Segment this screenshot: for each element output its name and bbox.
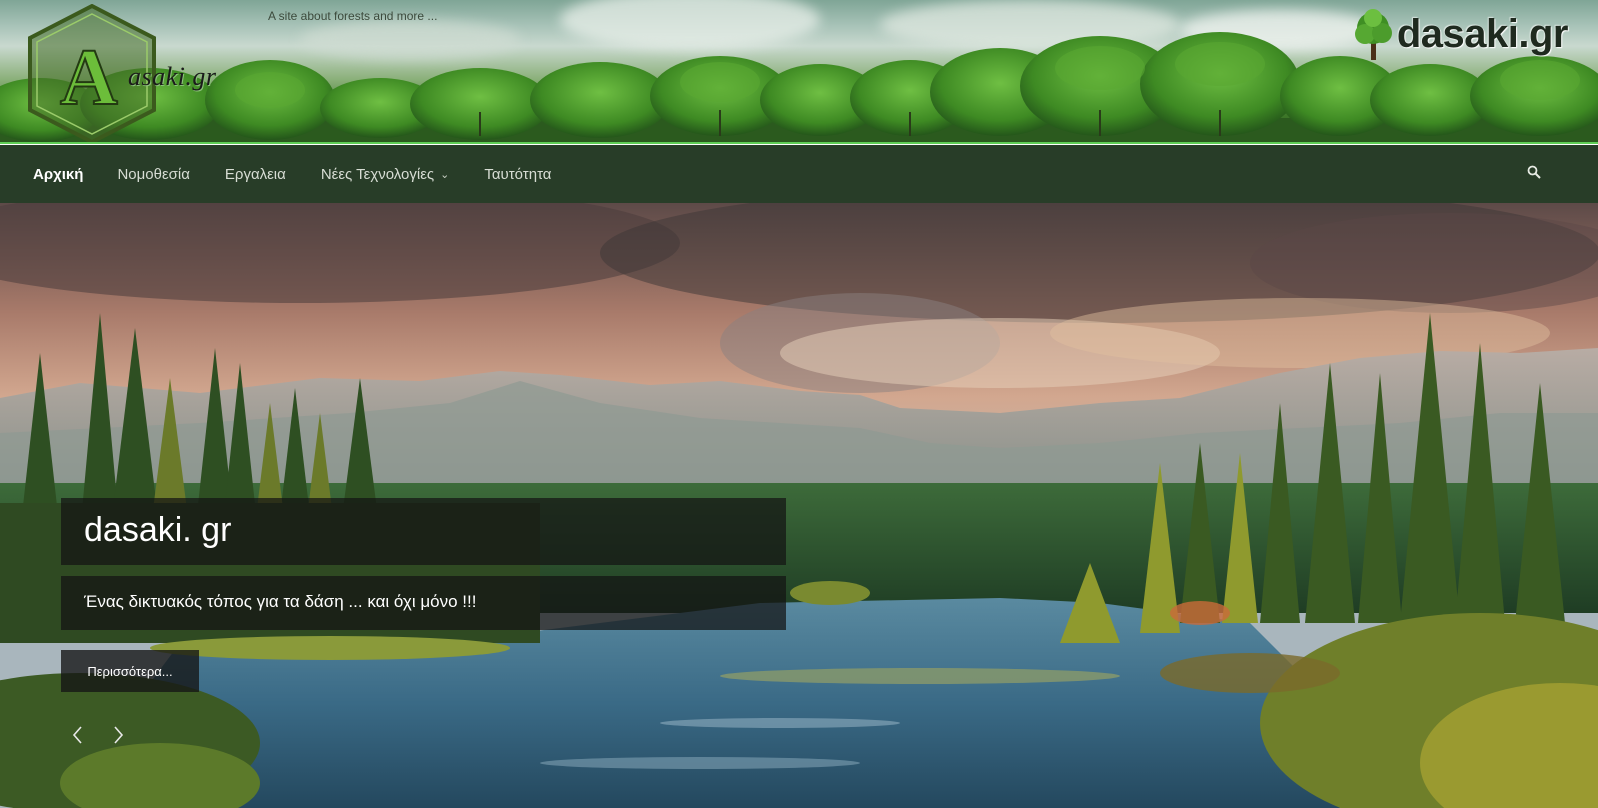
search-icon	[1527, 165, 1541, 179]
logo-text: asaki.gr	[128, 62, 217, 91]
nav-item-label: Εργαλεια	[224, 165, 286, 183]
site-logo-right[interactable]: dasaki.gr	[1351, 6, 1569, 62]
nav-item-home[interactable]: Αρχική	[33, 166, 83, 183]
chevron-down-icon: ⌄	[440, 168, 450, 181]
nav-item-label: Νέες Τεχνολογίες	[320, 165, 435, 183]
site-tagline: A site about forests and more ...	[268, 9, 438, 23]
nav-item-label: Αρχική	[33, 165, 84, 183]
banner-accent-line	[0, 142, 1598, 144]
nav-item-tools[interactable]: Εργαλεια	[225, 166, 286, 183]
tree-icon	[1354, 9, 1392, 60]
header-banner: A site about forests and more ... A asak…	[0, 0, 1598, 144]
nav-item-label: Νομοθεσία	[117, 165, 190, 183]
chevron-right-icon	[114, 726, 124, 744]
main-nav: Αρχική Νομοθεσία Εργαλεια Νέες Τεχνολογί…	[0, 145, 1598, 203]
slider-prev-button[interactable]	[66, 723, 90, 747]
slide-title-box: dasaki. gr	[61, 498, 786, 565]
nav-item-legislation[interactable]: Νομοθεσία	[117, 166, 189, 183]
slide-subtitle: Ένας δικτυακός τόπος για τα δάση ... και…	[84, 592, 477, 611]
logo-letter: A	[60, 34, 118, 122]
slide-title: dasaki. gr	[84, 511, 232, 549]
nav-item-identity[interactable]: Ταυτότητα	[484, 166, 551, 183]
slide-subtitle-box: Ένας δικτυακός τόπος για τα δάση ... και…	[61, 576, 786, 630]
chevron-left-icon	[72, 726, 82, 744]
slider-next-button[interactable]	[106, 723, 130, 747]
logo-right-text: dasaki.gr	[1396, 11, 1569, 56]
search-button[interactable]	[1527, 165, 1541, 184]
more-button[interactable]: Περισσότερα...	[61, 650, 199, 692]
nav-item-label: Ταυτότητα	[484, 165, 552, 183]
nav-item-new-technologies[interactable]: Νέες Τεχνολογίες ⌄	[321, 166, 450, 183]
